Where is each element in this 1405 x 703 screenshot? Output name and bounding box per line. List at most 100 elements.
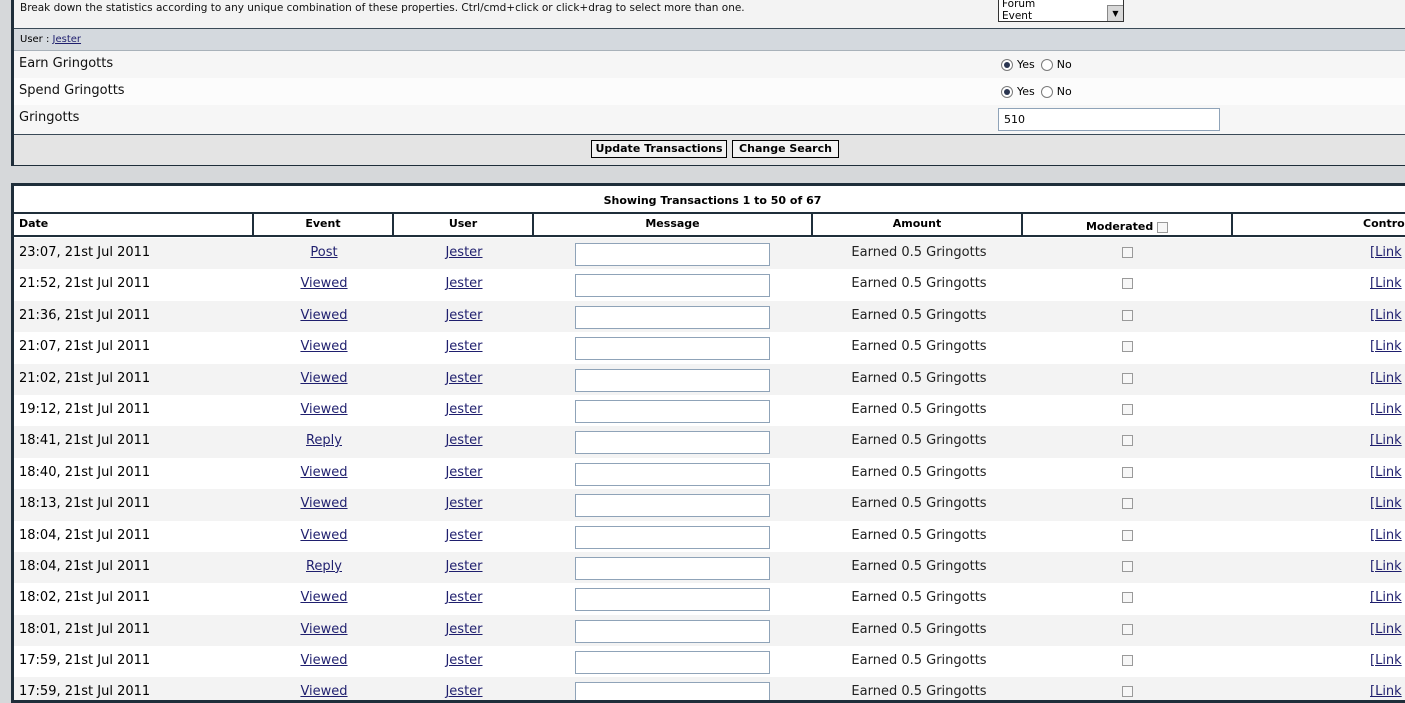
row-moderated-checkbox[interactable] xyxy=(1122,278,1133,290)
row-event-link[interactable]: Viewed xyxy=(300,371,347,386)
row-event-link[interactable]: Viewed xyxy=(300,622,347,637)
row-moderated-checkbox[interactable] xyxy=(1122,498,1133,510)
column-header-date[interactable]: Date xyxy=(14,214,254,236)
row-message-input[interactable] xyxy=(575,556,770,580)
spend-yes-label: Yes xyxy=(1017,85,1035,98)
row-event-link[interactable]: Reply xyxy=(306,433,342,448)
row-user-link[interactable]: Jester xyxy=(445,559,482,574)
row-message-input[interactable] xyxy=(575,337,770,361)
row-message-input[interactable] xyxy=(575,525,770,549)
row-moderated-checkbox[interactable] xyxy=(1122,592,1133,604)
row-user-link[interactable]: Jester xyxy=(445,402,482,417)
row-control-link[interactable]: [Link xyxy=(1370,308,1402,323)
row-user-link[interactable]: Jester xyxy=(445,653,482,668)
row-message-input[interactable] xyxy=(575,494,770,518)
row-moderated-checkbox[interactable] xyxy=(1122,372,1133,384)
row-user-link[interactable]: Jester xyxy=(445,433,482,448)
row-control-link[interactable]: [Link xyxy=(1370,559,1402,574)
row-amount: Earned 0.5 Gringotts xyxy=(851,401,987,417)
spend-yes-radio[interactable] xyxy=(1001,85,1013,98)
row-message-input[interactable] xyxy=(575,399,770,423)
row-message-input[interactable] xyxy=(575,305,770,329)
row-control-link[interactable]: [Link xyxy=(1370,371,1402,386)
row-user-link[interactable]: Jester xyxy=(445,339,482,354)
row-moderated-checkbox[interactable] xyxy=(1122,529,1133,541)
row-control-link[interactable]: [Link xyxy=(1370,433,1402,448)
row-user-link[interactable]: Jester xyxy=(445,590,482,605)
row-control-link[interactable]: [Link xyxy=(1370,653,1402,668)
row-message-input[interactable] xyxy=(575,274,770,298)
row-message-input[interactable] xyxy=(575,651,770,675)
row-user-link[interactable]: Jester xyxy=(445,684,482,699)
row-amount: Earned 0.5 Gringotts xyxy=(851,527,987,543)
row-moderated-checkbox[interactable] xyxy=(1122,686,1133,698)
row-control-link[interactable]: [Link xyxy=(1370,276,1402,291)
row-control-link[interactable]: [Link xyxy=(1370,465,1402,480)
row-event-link[interactable]: Post xyxy=(310,245,337,260)
change-search-button[interactable]: Change Search xyxy=(732,140,839,158)
row-control-link[interactable]: [Link xyxy=(1370,684,1402,699)
row-moderated-checkbox[interactable] xyxy=(1122,309,1133,321)
row-moderated-checkbox[interactable] xyxy=(1122,247,1133,258)
row-control-link[interactable]: [Link xyxy=(1370,590,1402,605)
row-event-link[interactable]: Viewed xyxy=(300,402,347,417)
earn-gringotts-radios: Yes No xyxy=(1001,58,1078,71)
row-message-input[interactable] xyxy=(575,368,770,392)
scroll-down-arrow-icon[interactable]: ▼ xyxy=(1107,5,1123,21)
row-user-link[interactable]: Jester xyxy=(445,465,482,480)
row-control-link[interactable]: [Link xyxy=(1370,622,1402,637)
row-user-link[interactable]: Jester xyxy=(445,308,482,323)
row-user-link[interactable]: Jester xyxy=(445,528,482,543)
breakdown-option-event[interactable]: Event xyxy=(999,10,1123,21)
breakdown-select[interactable]: Forum Event ▼ xyxy=(998,0,1124,22)
row-moderated-checkbox[interactable] xyxy=(1122,466,1133,478)
breakdown-option-forum[interactable]: Forum xyxy=(999,0,1123,10)
gringotts-row: Gringotts xyxy=(14,105,1405,134)
row-moderated-checkbox[interactable] xyxy=(1122,435,1133,447)
column-header-event[interactable]: Event xyxy=(254,214,394,236)
row-user-link[interactable]: Jester xyxy=(445,622,482,637)
row-event-link[interactable]: Viewed xyxy=(300,339,347,354)
row-message-input[interactable] xyxy=(575,462,770,486)
row-event-link[interactable]: Viewed xyxy=(300,528,347,543)
column-header-user[interactable]: User xyxy=(394,214,534,236)
row-message-input[interactable] xyxy=(575,588,770,612)
row-event-link[interactable]: Viewed xyxy=(300,465,347,480)
row-control-link[interactable]: [Link xyxy=(1370,496,1402,511)
table-row: 18:40, 21st Jul 2011 Viewed Jester Earned 0… xyxy=(14,457,1405,490)
row-event-link[interactable]: Viewed xyxy=(300,590,347,605)
row-user-link[interactable]: Jester xyxy=(445,276,482,291)
gringotts-input[interactable] xyxy=(998,108,1220,131)
spend-no-radio[interactable] xyxy=(1040,85,1053,98)
row-message-input[interactable] xyxy=(575,431,770,455)
row-moderated-checkbox[interactable] xyxy=(1122,341,1133,353)
moderate-all-checkbox[interactable] xyxy=(1157,221,1169,233)
column-header-message[interactable]: Message xyxy=(534,214,813,236)
row-control-link[interactable]: [Link xyxy=(1370,528,1402,543)
row-date: 18:04, 21st Jul 2011 xyxy=(19,558,151,574)
row-message-input[interactable] xyxy=(575,243,770,266)
row-event-link[interactable]: Viewed xyxy=(300,308,347,323)
row-user-link[interactable]: Jester xyxy=(445,245,482,260)
row-moderated-checkbox[interactable] xyxy=(1122,623,1133,635)
row-message-input[interactable] xyxy=(575,682,770,700)
row-message-input[interactable] xyxy=(575,619,770,643)
row-event-link[interactable]: Viewed xyxy=(300,496,347,511)
row-user-link[interactable]: Jester xyxy=(445,371,482,386)
earn-yes-radio[interactable] xyxy=(1001,58,1013,71)
row-control-link[interactable]: [Link xyxy=(1370,402,1402,417)
row-moderated-checkbox[interactable] xyxy=(1122,560,1133,572)
row-control-link[interactable]: [Link xyxy=(1370,339,1402,354)
row-event-link[interactable]: Viewed xyxy=(300,653,347,668)
column-header-amount[interactable]: Amount xyxy=(813,214,1023,236)
row-moderated-checkbox[interactable] xyxy=(1122,655,1133,667)
row-event-link[interactable]: Viewed xyxy=(300,684,347,699)
earn-no-radio[interactable] xyxy=(1040,58,1053,71)
user-filter-link[interactable]: Jester xyxy=(53,34,82,45)
row-user-link[interactable]: Jester xyxy=(445,496,482,511)
row-event-link[interactable]: Viewed xyxy=(300,276,347,291)
row-control-link[interactable]: [Link xyxy=(1370,245,1402,260)
update-transactions-button[interactable]: Update Transactions xyxy=(591,140,727,158)
row-moderated-checkbox[interactable] xyxy=(1122,403,1133,415)
row-event-link[interactable]: Reply xyxy=(306,559,342,574)
